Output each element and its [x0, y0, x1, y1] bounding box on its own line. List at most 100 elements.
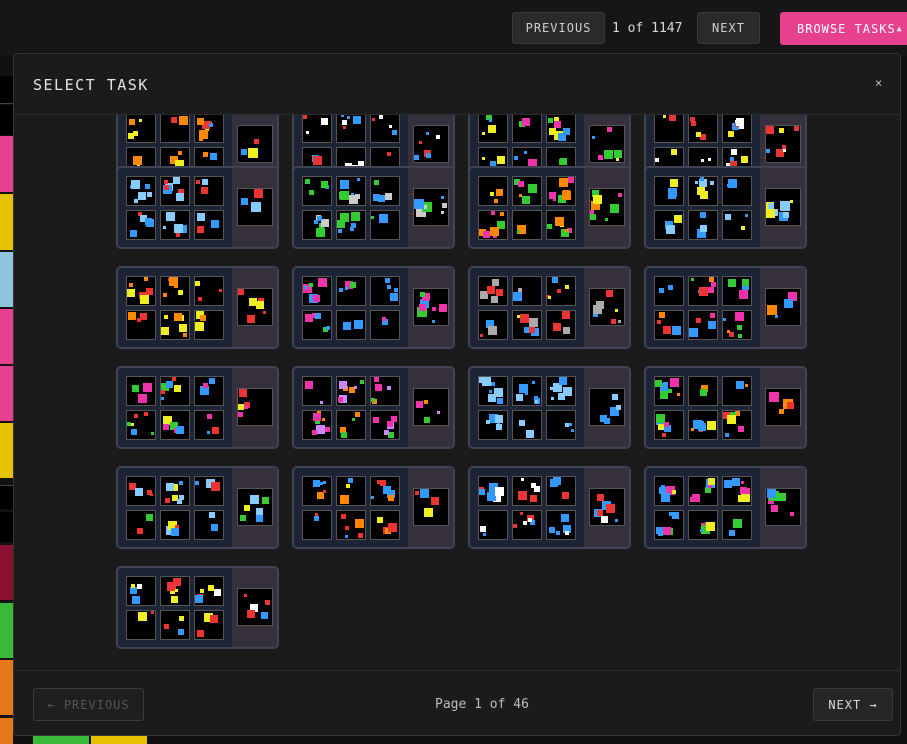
grid-pixel — [305, 179, 310, 184]
caret-up-icon: ▲ — [896, 24, 903, 33]
grid-pixel — [254, 189, 263, 198]
grid-pixel — [414, 199, 424, 209]
grid-pixel — [358, 533, 363, 538]
grid-pixel — [700, 389, 707, 396]
grid-pixel — [197, 226, 204, 233]
task-card[interactable] — [468, 466, 631, 549]
grid-pixel — [517, 315, 520, 318]
close-icon[interactable]: × — [875, 76, 882, 90]
grid-pixel — [345, 526, 349, 530]
grid-pixel — [306, 131, 309, 134]
grid-pixel — [548, 296, 551, 299]
grid-pixel — [592, 136, 595, 139]
task-preview-test — [760, 468, 805, 547]
example-grid — [478, 210, 508, 240]
task-preview-test — [232, 268, 277, 347]
task-preview-examples — [646, 368, 760, 447]
task-card[interactable] — [468, 166, 631, 249]
grid-pixel — [553, 198, 556, 201]
task-card[interactable] — [292, 366, 455, 449]
grid-pixel — [248, 148, 258, 158]
grid-pixel — [491, 382, 495, 386]
example-grid — [336, 476, 366, 506]
grid-pixel — [340, 495, 349, 504]
test-grid — [765, 288, 801, 326]
example-grid — [160, 476, 190, 506]
grid-pixel — [424, 508, 433, 517]
browse-tasks-button[interactable]: BROWSE TASKS ▲ — [780, 12, 907, 45]
grid-pixel — [606, 504, 615, 513]
example-grid — [336, 115, 366, 143]
test-grid — [413, 288, 449, 326]
grid-pixel — [727, 184, 730, 187]
task-preview-examples — [646, 168, 760, 247]
test-grid — [589, 288, 625, 326]
grid-pixel — [663, 326, 671, 334]
task-card[interactable] — [116, 566, 279, 649]
grid-pixel — [600, 415, 607, 422]
grid-pixel — [709, 277, 714, 282]
grid-pixel — [655, 158, 659, 162]
grid-pixel — [174, 385, 181, 392]
grid-pixel — [419, 141, 422, 144]
grid-pixel — [130, 587, 137, 594]
example-grid — [546, 510, 576, 540]
grid-pixel — [196, 180, 200, 184]
task-card[interactable] — [468, 366, 631, 449]
example-grid — [160, 610, 190, 640]
grid-pixel — [250, 495, 259, 504]
task-card[interactable] — [644, 366, 807, 449]
task-preview-test — [584, 368, 629, 447]
modal-header: SELECT TASK × — [14, 54, 900, 115]
grid-pixel — [724, 480, 732, 488]
test-grid — [589, 188, 625, 226]
task-preview-test — [408, 368, 453, 447]
task-card[interactable] — [644, 466, 807, 549]
grid-pixel — [741, 156, 748, 163]
grid-pixel — [305, 381, 313, 389]
task-card[interactable] — [292, 166, 455, 249]
task-card[interactable] — [116, 466, 279, 549]
grid-pixel — [598, 155, 603, 160]
grid-pixel — [731, 149, 737, 155]
grid-pixel — [385, 278, 390, 283]
footer-previous-button[interactable]: ← PREVIOUS — [33, 688, 144, 721]
grid-pixel — [377, 517, 383, 523]
grid-pixel — [514, 156, 518, 160]
task-preview-examples — [118, 468, 232, 547]
grid-pixel — [325, 427, 330, 432]
grid-pixel — [143, 383, 152, 392]
grid-pixel — [313, 295, 320, 302]
grid-pixel — [565, 229, 568, 232]
grid-pixel — [666, 225, 675, 234]
task-card[interactable] — [292, 466, 455, 549]
task-card[interactable] — [116, 266, 279, 349]
example-grid — [688, 376, 718, 406]
task-preview-test — [760, 168, 805, 247]
grid-pixel — [559, 178, 568, 187]
footer-next-button[interactable]: NEXT → — [813, 688, 893, 721]
task-card[interactable] — [644, 266, 807, 349]
next-button[interactable]: NEXT — [697, 12, 760, 44]
grid-pixel — [420, 489, 429, 498]
example-grid — [546, 210, 576, 240]
grid-pixel — [558, 393, 565, 400]
grid-pixel — [251, 202, 261, 212]
grid-pixel — [618, 320, 621, 323]
task-card[interactable] — [468, 266, 631, 349]
task-card[interactable] — [116, 166, 279, 249]
grid-pixel — [707, 421, 716, 430]
grid-pixel — [348, 478, 353, 483]
task-card[interactable] — [644, 166, 807, 249]
grid-pixel — [725, 214, 731, 220]
previous-button[interactable]: PREVIOUS — [512, 12, 605, 44]
grid-pixel — [700, 225, 707, 232]
grid-pixel — [265, 600, 270, 605]
task-card[interactable] — [116, 366, 279, 449]
grid-pixel — [351, 212, 360, 221]
task-card[interactable] — [292, 266, 455, 349]
grid-pixel — [140, 313, 147, 320]
grid-pixel — [563, 327, 570, 334]
grid-pixel — [138, 192, 146, 200]
grid-pixel — [337, 220, 345, 228]
